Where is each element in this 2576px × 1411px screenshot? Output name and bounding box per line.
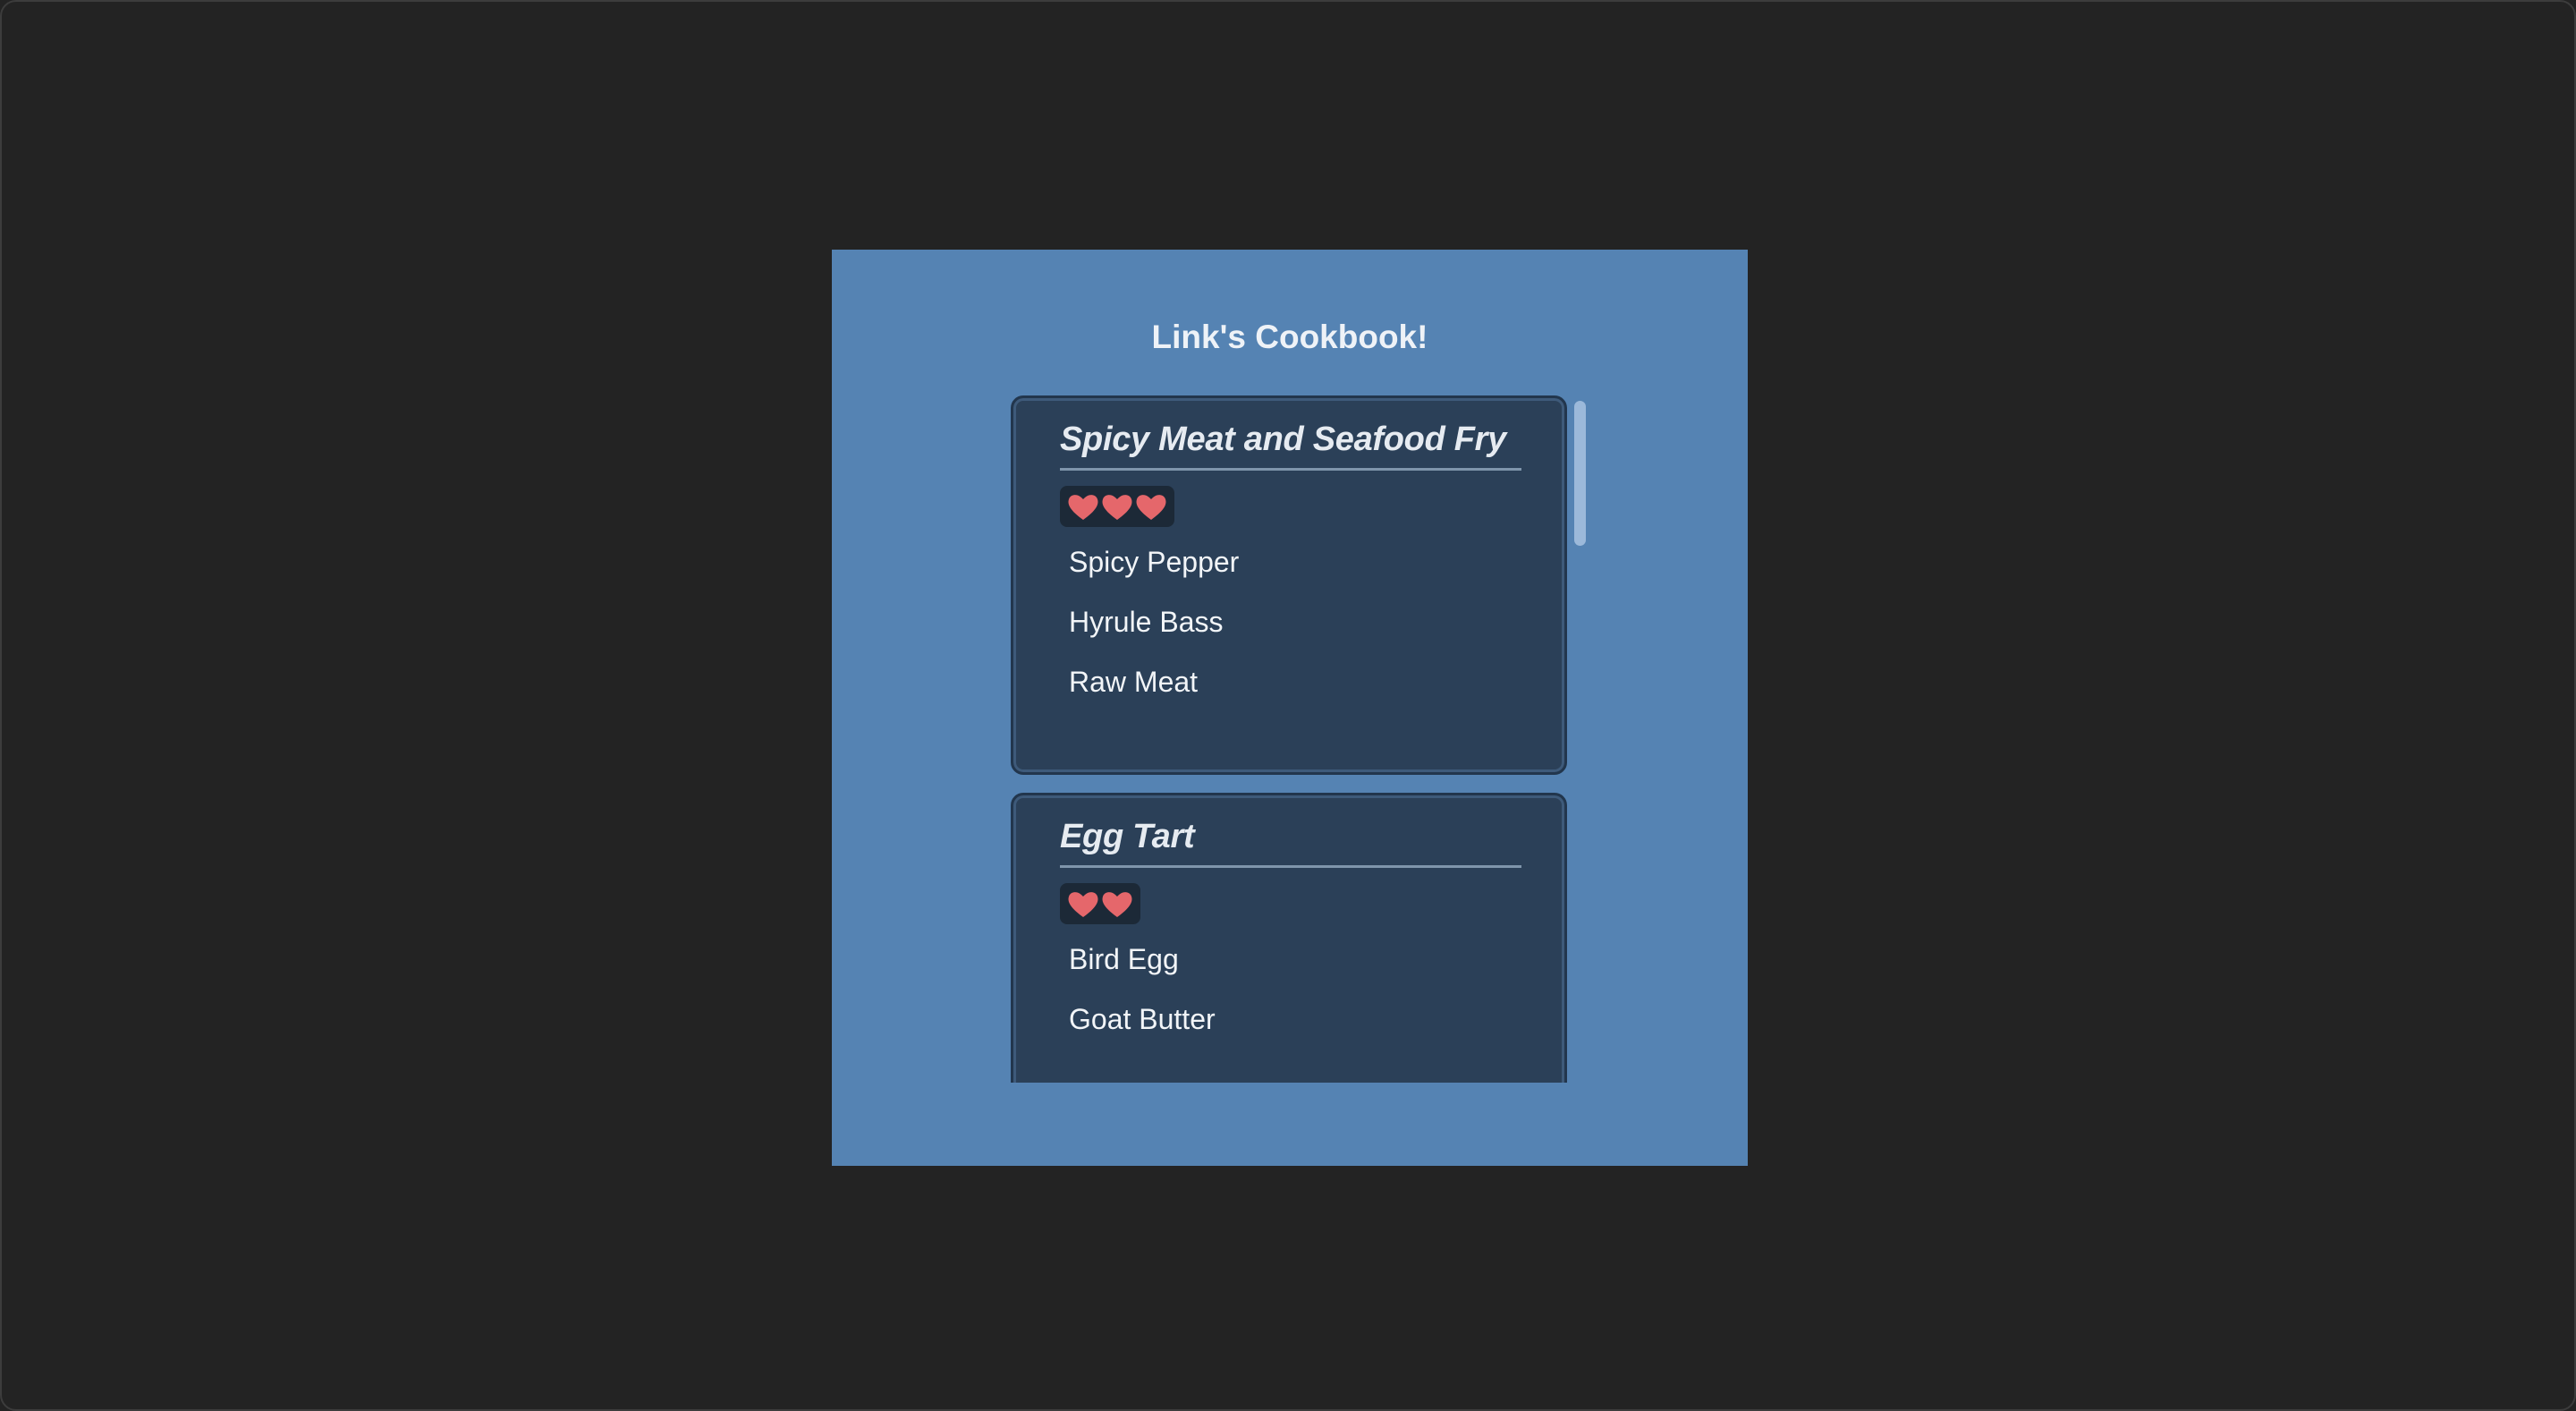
- recipe-name: Egg Tart: [1060, 815, 1521, 868]
- recipe-name: Spicy Meat and Seafood Fry: [1060, 418, 1521, 471]
- ingredient-list: Spicy Pepper Hyrule Bass Raw Meat: [1060, 545, 1521, 699]
- heart-icon: [1102, 892, 1132, 917]
- app-title: Link's Cookbook!: [1151, 319, 1428, 355]
- recipe-card[interactable]: Spicy Meat and Seafood Fry Spicy Pepper …: [1011, 395, 1567, 775]
- ingredient-item: Hyrule Bass: [1069, 606, 1224, 638]
- recipe-card[interactable]: Egg Tart Bird Egg Goat Butter: [1011, 793, 1567, 1083]
- cookbook-panel: Link's Cookbook! Spicy Meat and Seafood …: [832, 250, 1748, 1166]
- recipe-list[interactable]: Spicy Meat and Seafood Fry Spicy Pepper …: [1011, 395, 1585, 1083]
- hearts-badge: [1060, 883, 1140, 924]
- ingredient-item: Raw Meat: [1069, 666, 1199, 698]
- ingredient-item: Bird Egg: [1069, 943, 1179, 975]
- heart-icon: [1136, 495, 1166, 520]
- window-frame: Link's Cookbook! Spicy Meat and Seafood …: [0, 0, 2576, 1411]
- heart-icon: [1068, 892, 1098, 917]
- heart-icon: [1068, 495, 1098, 520]
- hearts-badge: [1060, 486, 1174, 527]
- heart-icon: [1102, 495, 1132, 520]
- ingredient-item: Goat Butter: [1069, 1003, 1216, 1035]
- ingredient-list: Bird Egg Goat Butter: [1060, 942, 1521, 1036]
- scrollbar-thumb[interactable]: [1574, 401, 1586, 546]
- ingredient-item: Spicy Pepper: [1069, 546, 1240, 578]
